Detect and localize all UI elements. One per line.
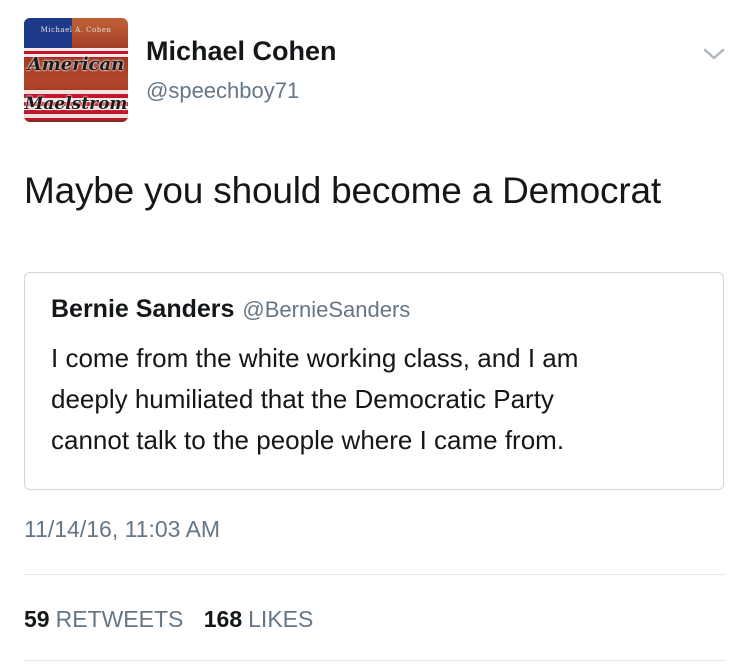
author-name[interactable]: Michael Cohen — [146, 36, 337, 67]
tweet-timestamp[interactable]: 11/14/16, 11:03 AM — [24, 516, 220, 543]
retweets-stat[interactable]: 59 RETWEETS — [24, 606, 183, 632]
quoted-tweet-text-line: cannot talk to the people where I came f… — [51, 425, 565, 455]
chevron-down-icon[interactable] — [702, 46, 726, 62]
likes-label: LIKES — [248, 606, 314, 632]
likes-stat[interactable]: 168 LIKES — [204, 606, 314, 632]
divider — [24, 574, 726, 575]
retweets-count: 59 — [24, 606, 50, 632]
tweet-stats: 59 RETWEETS 168 LIKES — [24, 606, 313, 633]
quoted-tweet-text-line: deeply humiliated that the Democratic Pa… — [51, 384, 554, 414]
likes-count: 168 — [203, 606, 243, 632]
avatar-title-line2: Maelstrom — [24, 94, 128, 114]
avatar-title-line1: American — [27, 54, 125, 75]
retweets-label: RETWEETS — [55, 606, 184, 632]
divider — [24, 660, 726, 661]
quoted-author-handle: @BernieSanders — [242, 297, 411, 322]
quoted-tweet-header: Bernie Sanders @BernieSanders — [51, 295, 410, 324]
quoted-tweet[interactable]: Bernie Sanders @BernieSanders I come from… — [24, 272, 724, 490]
quoted-author-name: Bernie Sanders — [51, 295, 235, 323]
tweet-text: Maybe you should become a Democrat — [24, 170, 661, 211]
avatar[interactable]: Michael A. Cohen American Maelstrom — [24, 18, 128, 122]
avatar-author-text: Michael A. Cohen — [40, 26, 112, 34]
author-handle[interactable]: @speechboy71 — [146, 78, 299, 104]
quoted-tweet-text-line: I come from the white working class, and… — [51, 343, 579, 373]
tweet-detail: Michael A. Cohen American Maelstrom Mich… — [0, 0, 750, 666]
